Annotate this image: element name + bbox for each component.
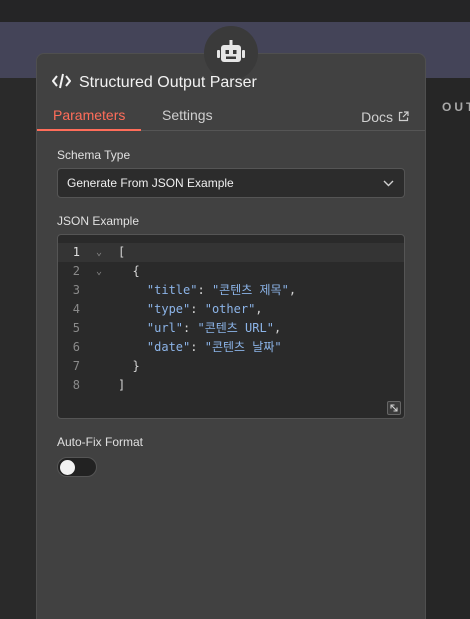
code-text: "title": "콘텐츠 제목", xyxy=(146,283,297,297)
code-line: 1 ⌄ [ xyxy=(58,243,404,262)
line-number: 3 xyxy=(72,283,80,297)
line-number: 6 xyxy=(72,340,80,354)
json-example-label: JSON Example xyxy=(57,214,140,228)
schema-type-label: Schema Type xyxy=(57,148,131,162)
code-text: { xyxy=(118,264,140,278)
code-line: 2 ⌄ { xyxy=(58,262,404,281)
code-text: "type": "other", xyxy=(146,302,263,316)
auto-fix-toggle[interactable] xyxy=(57,457,97,477)
line-number: 8 xyxy=(72,378,80,392)
code-line: 3 "title": "콘텐츠 제목", xyxy=(58,281,404,300)
docs-label: Docs xyxy=(361,108,393,125)
external-link-icon xyxy=(398,104,409,130)
top-strip xyxy=(0,0,470,22)
auto-fix-label: Auto-Fix Format xyxy=(57,435,144,449)
fold-icon[interactable]: ⌄ xyxy=(96,262,102,281)
code-text: } xyxy=(118,359,140,373)
tab-parameters[interactable]: Parameters xyxy=(37,102,142,131)
code-text: ] xyxy=(118,378,126,392)
toggle-knob xyxy=(60,460,75,475)
json-example-editor[interactable]: 1 ⌄ [ 2 ⌄ { 3 "title": "콘텐츠 제목", 4 "type… xyxy=(57,234,405,419)
tab-bar: Parameters Settings Docs xyxy=(37,102,425,131)
output-panel xyxy=(426,78,470,619)
line-number: 1 xyxy=(72,245,80,259)
code-text: "url": "콘텐츠 URL", xyxy=(146,321,282,335)
code-text: [ xyxy=(118,245,126,259)
docs-link[interactable]: Docs xyxy=(361,102,409,131)
line-number: 2 xyxy=(72,264,80,278)
canvas-left-area xyxy=(0,78,36,619)
expand-editor-icon[interactable] xyxy=(387,401,401,415)
line-number: 7 xyxy=(72,359,80,373)
code-line: 6 "date": "콘텐츠 날짜" xyxy=(58,338,404,357)
node-title[interactable]: Structured Output Parser xyxy=(79,74,257,92)
output-label: OUT xyxy=(442,100,470,114)
line-number: 5 xyxy=(72,321,80,335)
code-line: 5 "url": "콘텐츠 URL", xyxy=(58,319,404,338)
line-number: 4 xyxy=(72,302,80,316)
node-title-row: Structured Output Parser xyxy=(51,72,257,94)
tab-settings[interactable]: Settings xyxy=(146,102,229,131)
schema-type-value: Generate From JSON Example xyxy=(67,176,234,190)
code-line: 4 "type": "other", xyxy=(58,300,404,319)
chevron-down-icon xyxy=(383,174,394,192)
schema-type-select[interactable]: Generate From JSON Example xyxy=(57,168,405,198)
code-icon xyxy=(51,73,72,94)
code-line: 8 ] xyxy=(58,376,404,395)
code-line: 7 } xyxy=(58,357,404,376)
code-text: "date": "콘텐츠 날짜" xyxy=(146,340,282,354)
fold-icon[interactable]: ⌄ xyxy=(96,243,102,262)
